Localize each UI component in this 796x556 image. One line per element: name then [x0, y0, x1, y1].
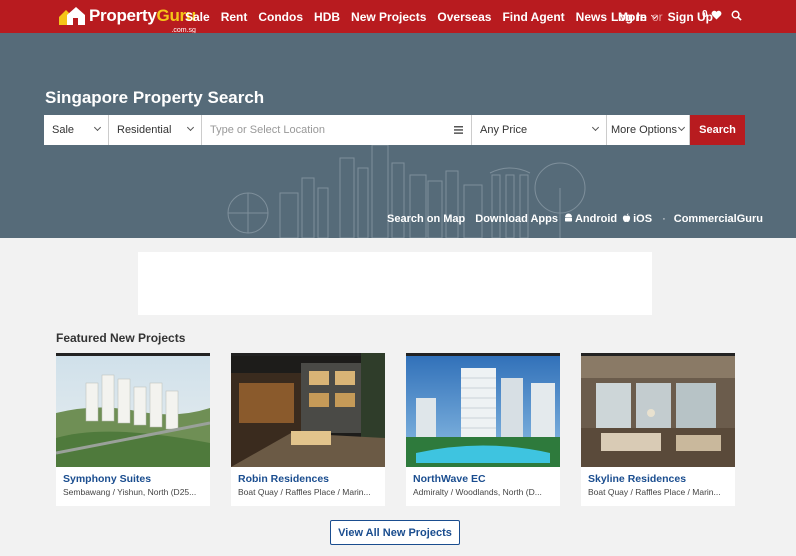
nav-sale[interactable]: Sale	[185, 10, 210, 24]
location-placeholder: Type or Select Location	[210, 124, 325, 136]
nav-rent[interactable]: Rent	[221, 10, 248, 24]
android-label: Android	[574, 213, 618, 225]
ios-link[interactable]: iOS	[622, 213, 652, 225]
property-type-value: Residential	[117, 124, 172, 136]
property-type-select[interactable]: Residential	[109, 115, 202, 145]
project-location: Boat Quay / Raffles Place / Marin...	[588, 487, 721, 497]
more-options-select[interactable]: More Options	[607, 115, 690, 145]
chevron-down-icon	[186, 123, 195, 132]
main-nav: Sale Rent Condos HDB New Projects Overse…	[185, 0, 668, 33]
price-select[interactable]: Any Price	[472, 115, 607, 145]
project-location: Admiralty / Woodlands, North (D...	[413, 487, 542, 497]
project-name[interactable]: Robin Residences	[238, 473, 329, 485]
project-card-symphony-suites[interactable]: Symphony Suites Sembawang / Yishun, Nort…	[56, 353, 210, 506]
project-location: Sembawang / Yishun, North (D25...	[63, 487, 197, 497]
search-on-map-link[interactable]: Search on Map	[387, 213, 465, 225]
download-apps-label: Download Apps	[475, 213, 558, 225]
nav-new-projects[interactable]: New Projects	[351, 10, 426, 24]
logo-wordmark: PropertyGuru .com.sg	[89, 7, 196, 34]
hero-quick-links: Search on Map Download Apps Android iOS …	[387, 213, 763, 225]
search-button[interactable]: Search	[690, 115, 745, 145]
advertisement-banner	[138, 252, 652, 315]
chevron-down-icon	[677, 123, 686, 132]
nav-overseas[interactable]: Overseas	[437, 10, 491, 24]
apple-icon	[623, 213, 631, 223]
ios-label: iOS	[633, 213, 653, 225]
auth-links: Log In or Sign Up	[611, 0, 713, 33]
view-all-new-projects-button[interactable]: View All New Projects	[330, 520, 460, 545]
login-link[interactable]: Log In	[611, 10, 647, 24]
search-icon[interactable]	[731, 10, 742, 21]
project-image	[406, 353, 560, 467]
propertyguru-logo[interactable]: PropertyGuru .com.sg	[57, 4, 196, 34]
chevron-down-icon	[591, 123, 600, 132]
price-value: Any Price	[480, 124, 528, 136]
chevron-down-icon	[93, 123, 102, 132]
android-icon	[564, 213, 572, 222]
commercialguru-link[interactable]: CommercialGuru	[674, 213, 763, 225]
nav-condos[interactable]: Condos	[258, 10, 303, 24]
nav-hdb[interactable]: HDB	[314, 10, 340, 24]
project-name[interactable]: Skyline Residences	[588, 473, 686, 485]
location-search-input[interactable]: Type or Select Location	[202, 115, 472, 145]
project-image	[231, 353, 385, 467]
project-name[interactable]: Symphony Suites	[63, 473, 151, 485]
property-search-bar: Sale Residential Type or Select Location…	[44, 115, 745, 145]
search-hero: Singapore Property Search Sale Residenti…	[0, 33, 796, 238]
project-location: Boat Quay / Raffles Place / Marin...	[238, 487, 371, 497]
listing-type-value: Sale	[52, 124, 75, 136]
project-name[interactable]: NorthWave EC	[413, 473, 486, 485]
heart-icon	[711, 10, 721, 20]
listing-type-select[interactable]: Sale	[44, 115, 109, 145]
project-card-skyline-residences[interactable]: Skyline Residences Boat Quay / Raffles P…	[581, 353, 735, 506]
project-card-robin-residences[interactable]: Robin Residences Boat Quay / Raffles Pla…	[231, 353, 385, 506]
nav-news[interactable]: News	[576, 10, 607, 24]
or-separator: or	[652, 9, 663, 24]
list-icon[interactable]	[454, 126, 463, 134]
favourites-count: 0	[702, 9, 708, 20]
separator-dot: ·	[662, 213, 666, 225]
favourites-button[interactable]: 0	[702, 9, 722, 20]
top-navbar: PropertyGuru .com.sg Sale Rent Condos HD…	[0, 0, 796, 34]
more-options-label: More Options	[611, 124, 678, 136]
house-logo-icon	[59, 7, 85, 25]
project-card-northwave-ec[interactable]: NorthWave EC Admiralty / Woodlands, Nort…	[406, 353, 560, 506]
hero-title: Singapore Property Search	[45, 88, 265, 107]
nav-find-agent[interactable]: Find Agent	[502, 10, 564, 24]
android-link[interactable]: Android	[564, 213, 617, 225]
featured-projects-title: Featured New Projects	[56, 331, 186, 345]
project-image	[581, 353, 735, 467]
project-image	[56, 353, 210, 467]
